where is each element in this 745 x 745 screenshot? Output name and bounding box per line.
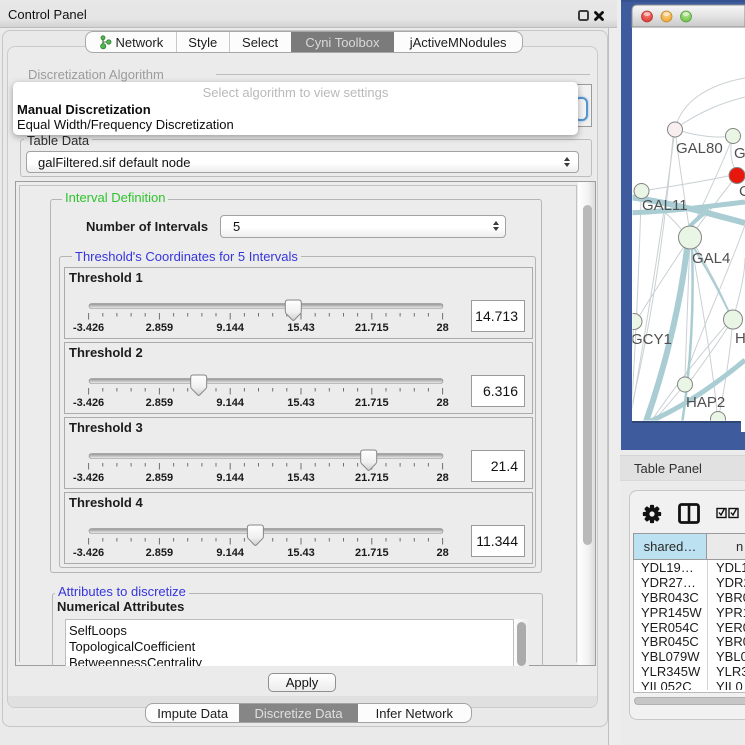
svg-text:21.715: 21.715 bbox=[355, 472, 389, 484]
svg-text:GAL80: GAL80 bbox=[676, 140, 723, 157]
svg-text:C: C bbox=[739, 183, 745, 200]
svg-text:28: 28 bbox=[436, 397, 448, 409]
svg-text:GAL11: GAL11 bbox=[642, 197, 688, 214]
svg-text:H: H bbox=[735, 330, 745, 347]
svg-text:GA: GA bbox=[734, 145, 745, 162]
svg-text:HAP2: HAP2 bbox=[686, 394, 725, 411]
svg-text:2.859: 2.859 bbox=[146, 547, 174, 559]
svg-text:15.43: 15.43 bbox=[287, 322, 315, 334]
svg-text:21.715: 21.715 bbox=[355, 547, 389, 559]
svg-text:-3.426: -3.426 bbox=[73, 547, 104, 559]
svg-text:28: 28 bbox=[436, 472, 448, 484]
svg-text:2.859: 2.859 bbox=[146, 472, 174, 484]
svg-text:28: 28 bbox=[436, 547, 448, 559]
svg-text:9.144: 9.144 bbox=[216, 322, 244, 334]
svg-text:2.859: 2.859 bbox=[146, 397, 174, 409]
svg-text:9.144: 9.144 bbox=[216, 397, 244, 409]
svg-text:21.715: 21.715 bbox=[355, 397, 389, 409]
svg-text:15.43: 15.43 bbox=[287, 472, 315, 484]
svg-text:15.43: 15.43 bbox=[287, 397, 315, 409]
svg-text:2.859: 2.859 bbox=[146, 322, 174, 334]
svg-text:9.144: 9.144 bbox=[216, 547, 244, 559]
svg-text:28: 28 bbox=[436, 322, 448, 334]
svg-text:15.43: 15.43 bbox=[287, 547, 315, 559]
svg-text:-3.426: -3.426 bbox=[73, 322, 104, 334]
svg-text:21.715: 21.715 bbox=[355, 322, 389, 334]
svg-text:GAL4: GAL4 bbox=[692, 250, 730, 267]
svg-text:-3.426: -3.426 bbox=[73, 472, 104, 484]
svg-text:9.144: 9.144 bbox=[216, 472, 244, 484]
svg-text:GCY1: GCY1 bbox=[631, 331, 672, 348]
svg-text:-3.426: -3.426 bbox=[73, 397, 104, 409]
